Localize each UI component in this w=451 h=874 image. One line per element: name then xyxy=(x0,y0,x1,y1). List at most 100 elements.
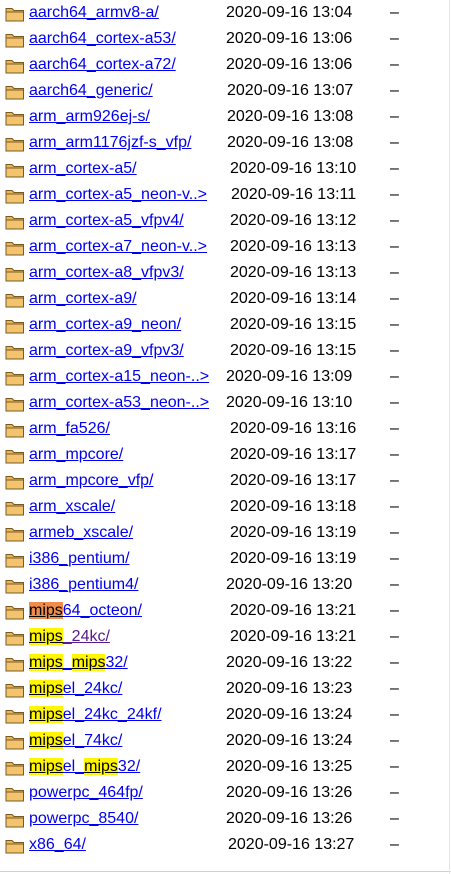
directory-link[interactable]: arm_xscale/ xyxy=(29,498,115,516)
list-item: arm_cortex-a7_neon-v..> 2020-09-16 13:13 – xyxy=(0,234,451,260)
directory-link[interactable]: mips_24kc/ xyxy=(29,628,110,646)
folder-icon xyxy=(5,682,25,698)
file-size: – xyxy=(390,758,399,775)
list-item: powerpc_464fp/2020-09-16 13:26 – xyxy=(0,780,451,806)
folder-icon xyxy=(5,578,25,594)
search-match-highlight: mips xyxy=(29,732,63,749)
folder-icon xyxy=(5,318,25,334)
directory-link[interactable]: arm_cortex-a15_neon-..> xyxy=(29,368,209,386)
list-item: arm_mpcore_vfp/2020-09-16 13:17 – xyxy=(0,468,451,494)
modified-date: 2020-09-16 13:15 xyxy=(230,316,357,333)
folder-icon xyxy=(5,240,25,256)
directory-link[interactable]: x86_64/ xyxy=(29,836,86,854)
directory-link[interactable]: mipsel_74kc/ xyxy=(29,732,122,750)
directory-link[interactable]: arm_cortex-a5/ xyxy=(29,160,137,178)
modified-date: 2020-09-16 13:16 xyxy=(230,420,357,437)
file-size: – xyxy=(390,524,399,541)
file-size: – xyxy=(390,498,399,515)
file-size: – xyxy=(390,472,399,489)
modified-date: 2020-09-16 13:26 xyxy=(226,784,353,801)
directory-link[interactable]: aarch64_generic/ xyxy=(29,82,153,100)
directory-link[interactable]: i386_pentium/ xyxy=(29,550,130,568)
directory-link[interactable]: arm_cortex-a7_neon-v..> xyxy=(29,238,207,256)
directory-link[interactable]: arm_cortex-a9_vfpv3/ xyxy=(29,342,184,360)
folder-icon xyxy=(5,370,25,386)
directory-link[interactable]: arm_arm1176jzf-s_vfp/ xyxy=(29,134,191,152)
folder-icon xyxy=(5,552,25,568)
folder-icon xyxy=(5,656,25,672)
file-size: – xyxy=(390,394,399,411)
directory-link[interactable]: arm_mpcore_vfp/ xyxy=(29,472,154,490)
modified-date: 2020-09-16 13:25 xyxy=(226,758,353,775)
modified-date: 2020-09-16 13:04 xyxy=(226,4,353,21)
directory-link[interactable]: arm_cortex-a9_neon/ xyxy=(29,316,181,334)
folder-icon xyxy=(5,58,25,74)
file-size: – xyxy=(390,290,399,307)
modified-date: 2020-09-16 13:19 xyxy=(230,524,357,541)
folder-icon xyxy=(5,812,25,828)
directory-link[interactable]: i386_pentium4/ xyxy=(29,576,138,594)
directory-link[interactable]: powerpc_464fp/ xyxy=(29,784,143,802)
directory-listing: aarch64_armv8-a/2020-09-16 13:04 – aarch64… xyxy=(0,0,451,858)
modified-date: 2020-09-16 13:13 xyxy=(230,264,357,281)
list-item: mips_24kc/2020-09-16 13:21 – xyxy=(0,624,451,650)
list-item: aarch64_generic/2020-09-16 13:07 – xyxy=(0,78,451,104)
directory-link[interactable]: mipsel_24kc_24kf/ xyxy=(29,706,162,724)
search-match-highlight: mips xyxy=(29,706,63,723)
directory-link[interactable]: aarch64_cortex-a53/ xyxy=(29,30,176,48)
modified-date: 2020-09-16 13:06 xyxy=(226,56,353,73)
list-item: arm_arm926ej-s/2020-09-16 13:08 – xyxy=(0,104,451,130)
directory-link[interactable]: armeb_xscale/ xyxy=(29,524,133,542)
file-size: – xyxy=(390,108,399,125)
modified-date: 2020-09-16 13:27 xyxy=(228,836,355,853)
list-item: arm_cortex-a5_vfpv4/2020-09-16 13:12 – xyxy=(0,208,451,234)
modified-date: 2020-09-16 13:11 xyxy=(231,186,357,203)
list-item: arm_cortex-a5_neon-v..> 2020-09-16 13:11 – xyxy=(0,182,451,208)
search-match-highlight: mips xyxy=(29,680,63,697)
file-size: – xyxy=(390,628,399,645)
scrollbar-edge xyxy=(449,0,450,874)
modified-date: 2020-09-16 13:20 xyxy=(226,576,353,593)
list-item: arm_cortex-a9/2020-09-16 13:14 – xyxy=(0,286,451,312)
file-size: – xyxy=(390,420,399,437)
list-item: i386_pentium/2020-09-16 13:19 – xyxy=(0,546,451,572)
directory-link[interactable]: arm_cortex-a8_vfpv3/ xyxy=(29,264,184,282)
directory-link[interactable]: arm_mpcore/ xyxy=(29,446,123,464)
file-size: – xyxy=(390,550,399,567)
modified-date: 2020-09-16 13:17 xyxy=(230,472,357,489)
modified-date: 2020-09-16 13:07 xyxy=(227,82,354,99)
list-item: arm_cortex-a53_neon-..> 2020-09-16 13:10 – xyxy=(0,390,451,416)
directory-link[interactable]: mips_mips32/ xyxy=(29,654,128,672)
folder-icon xyxy=(5,604,25,620)
directory-link[interactable]: arm_fa526/ xyxy=(29,420,110,438)
directory-link[interactable]: mipsel_24kc/ xyxy=(29,680,122,698)
directory-link[interactable]: mipsel_mips32/ xyxy=(29,758,140,776)
modified-date: 2020-09-16 13:17 xyxy=(230,446,357,463)
directory-link[interactable]: aarch64_armv8-a/ xyxy=(29,4,159,22)
list-item: i386_pentium4/2020-09-16 13:20 – xyxy=(0,572,451,598)
list-item: arm_fa526/2020-09-16 13:16 – xyxy=(0,416,451,442)
search-match-highlight: mips xyxy=(29,654,63,671)
search-match-highlight: mips xyxy=(29,602,63,619)
folder-icon xyxy=(5,32,25,48)
directory-link[interactable]: aarch64_cortex-a72/ xyxy=(29,56,176,74)
directory-link[interactable]: arm_cortex-a5_neon-v..> xyxy=(29,186,207,204)
directory-link[interactable]: mips64_octeon/ xyxy=(29,602,142,620)
folder-icon xyxy=(5,760,25,776)
folder-icon xyxy=(5,214,25,230)
list-item: mipsel_74kc/2020-09-16 13:24 – xyxy=(0,728,451,754)
modified-date: 2020-09-16 13:24 xyxy=(226,706,353,723)
file-size: – xyxy=(390,836,399,853)
modified-date: 2020-09-16 13:13 xyxy=(230,238,357,255)
directory-link[interactable]: arm_cortex-a53_neon-..> xyxy=(29,394,209,412)
directory-link[interactable]: arm_arm926ej-s/ xyxy=(29,108,150,126)
directory-link[interactable]: arm_cortex-a5_vfpv4/ xyxy=(29,212,184,230)
modified-date: 2020-09-16 13:09 xyxy=(226,368,353,385)
folder-icon xyxy=(5,136,25,152)
list-item: arm_cortex-a5/2020-09-16 13:10 – xyxy=(0,156,451,182)
folder-icon xyxy=(5,266,25,282)
directory-link[interactable]: powerpc_8540/ xyxy=(29,810,138,828)
directory-link[interactable]: arm_cortex-a9/ xyxy=(29,290,137,308)
file-size: – xyxy=(390,810,399,827)
file-size: – xyxy=(390,160,399,177)
